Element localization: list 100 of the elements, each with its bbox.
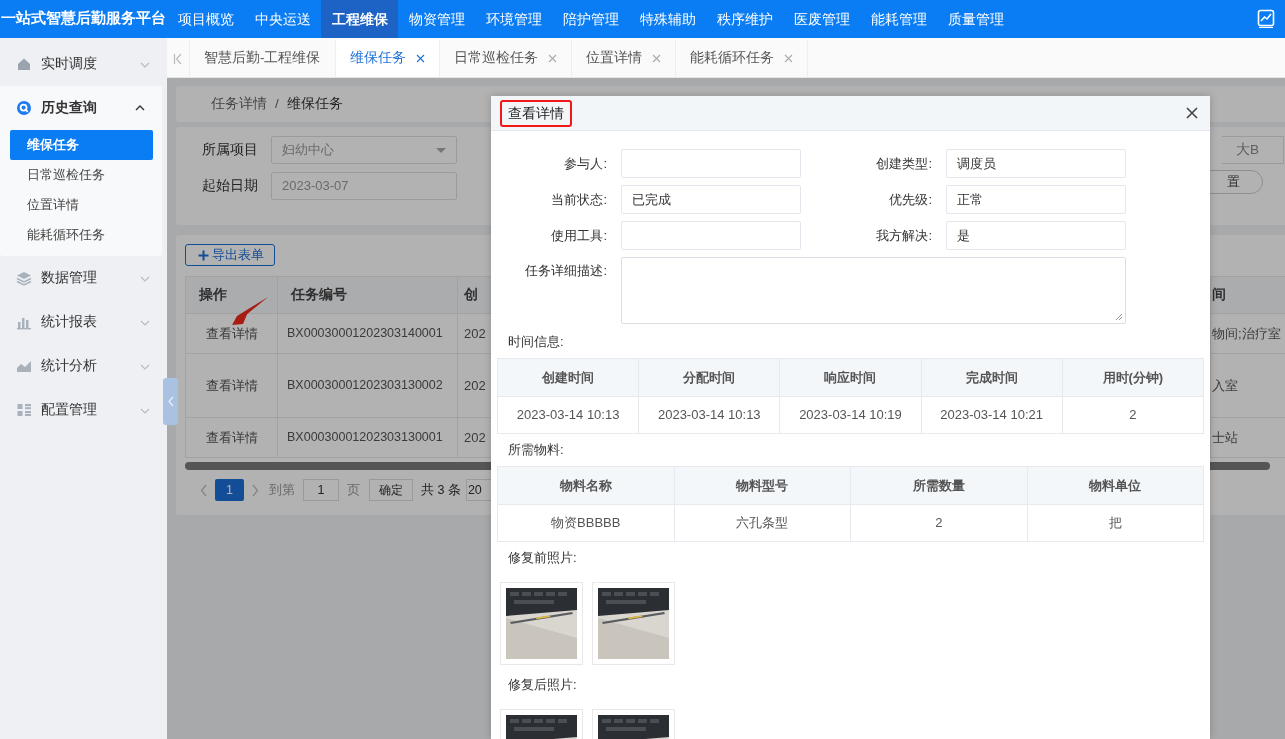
submenu-item[interactable]: 维保任务 [10,130,153,160]
input-field[interactable]: 正常 [946,185,1126,214]
view-details-link[interactable]: 查看详情 [185,417,278,458]
plus-icon [198,249,209,261]
column-header: 物料名称 [497,466,674,505]
photo-thumbnail[interactable] [500,582,583,665]
chevron-up-icon[interactable] [134,103,146,113]
photo-thumbnail[interactable] [592,582,675,665]
collapse-handle[interactable] [163,378,178,425]
tab[interactable]: 智慧后勤-工程维保 [190,40,336,77]
input-field[interactable] [621,149,801,178]
total-count: 共 3 条 [421,481,461,499]
first-tab-icon[interactable] [173,52,183,65]
submenu-item[interactable]: 位置详情 [10,190,153,220]
tab[interactable]: 能耗循环任务 [675,40,808,77]
breadcrumb-separator: / [275,94,279,113]
section-label: 修复前照片: [507,549,578,568]
section-label: 修复后照片: [507,676,578,695]
close-icon[interactable] [415,54,425,63]
tab[interactable]: 维保任务 [335,40,440,77]
table-cell: 2023-03-14 10:13 [638,396,780,434]
nav-item[interactable]: 项目概览 [167,0,244,38]
table-cell: 把 [1027,504,1204,542]
table-cell: BX00030001202303130002 [277,353,458,418]
column-header: 创建时间 [497,358,639,397]
column-header: 用时(分钟) [1062,358,1204,397]
input-field[interactable]: 是 [946,221,1126,250]
view-details-link[interactable]: 查看详情 [185,353,278,418]
table-cell: 2 [1062,396,1204,434]
table-cell: 2023-03-14 10:13 [497,396,639,434]
column-header: 完成时间 [921,358,1063,397]
arrow-icon [232,297,268,325]
menu-item[interactable]: 数据管理 [41,267,139,289]
menu-item[interactable]: 统计报表 [41,311,139,333]
chevron-left-icon [167,396,174,407]
field-label: 创建类型: [875,154,932,173]
field-label: 所属项目 [201,140,259,159]
section-label: 时间信息: [507,333,565,352]
breadcrumb-item[interactable]: 任务详情 [211,93,267,115]
column-header: 物料型号 [674,466,851,505]
input-field[interactable]: 调度员 [946,149,1126,178]
tab[interactable]: 位置详情 [571,40,676,77]
page-number[interactable]: 1 [215,479,244,501]
column-header: 物料单位 [1027,466,1204,505]
nav-item[interactable]: 环境管理 [475,0,552,38]
field-label: 参与人: [563,154,607,173]
tab[interactable]: 日常巡检任务 [439,40,572,77]
submenu-item[interactable]: 日常巡检任务 [10,160,153,190]
column-header: 操作 [185,276,278,314]
next-page-icon[interactable] [251,483,259,497]
table-cell: BX00030001202303140001 [277,313,458,354]
table-cell: BX00030001202303130001 [277,417,458,458]
field-label: 起始日期 [201,176,259,195]
export-button[interactable]: 导出表单 [185,244,275,266]
goto-label: 到第 [269,481,295,499]
section-label: 所需物料: [507,441,565,460]
dialog-title: 查看详情 [500,99,572,127]
nav-item[interactable]: 质量管理 [937,0,1014,38]
text-area[interactable] [621,257,1126,324]
confirm-button[interactable]: 确定 [369,479,413,501]
chart-icon[interactable] [1257,9,1275,28]
column-header: 间 [1210,276,1285,314]
grid-icon [16,402,32,418]
dropdown-caret-icon [436,147,446,153]
nav-item[interactable]: 物资管理 [398,0,475,38]
nav-item[interactable]: 能耗管理 [860,0,937,38]
input-field[interactable]: 已完成 [621,185,801,214]
submenu-item[interactable]: 能耗循环任务 [10,220,153,250]
table-cell: 六孔条型 [674,504,851,542]
layers-icon [16,270,32,286]
prev-page-icon[interactable] [200,483,208,497]
menu-item[interactable]: 统计分析 [41,355,139,377]
field-label: 使用工具: [550,226,607,245]
nav-item[interactable]: 特殊辅助 [629,0,706,38]
nav-item[interactable]: 陪护管理 [552,0,629,38]
menu-item[interactable]: 历史查询 [41,97,134,119]
column-header: 任务编号 [277,276,458,314]
nav-item[interactable]: 医废管理 [783,0,860,38]
nav-item[interactable]: 工程维保 [321,0,398,38]
field-label: 优先级: [888,190,932,209]
page-input[interactable]: 1 [303,479,339,501]
table-cell: 2023-03-14 10:19 [779,396,922,434]
field-label: 我方解决: [875,226,932,245]
close-icon[interactable] [1186,107,1198,119]
column-header: 所需数量 [850,466,1027,505]
breadcrumb-item: 维保任务 [286,94,343,113]
page-unit-label: 页 [347,481,360,499]
column-header: 响应时间 [779,358,922,397]
resize-grip-icon [1115,313,1123,321]
input-field[interactable] [621,221,801,250]
menu-item[interactable]: 实时调度 [41,53,139,75]
nav-item[interactable]: 秩序维护 [706,0,783,38]
table-cell: 物资BBBBB [497,504,674,542]
column-header: 分配时间 [638,358,780,397]
table-cell: 2023-03-14 10:21 [921,396,1063,434]
select-field[interactable]: 大B [1222,136,1284,164]
nav-item[interactable]: 中央运送 [244,0,321,38]
menu-item[interactable]: 配置管理 [41,399,139,421]
field-label: 当前状态: [550,190,607,209]
table-cell: 2 [850,504,1027,542]
